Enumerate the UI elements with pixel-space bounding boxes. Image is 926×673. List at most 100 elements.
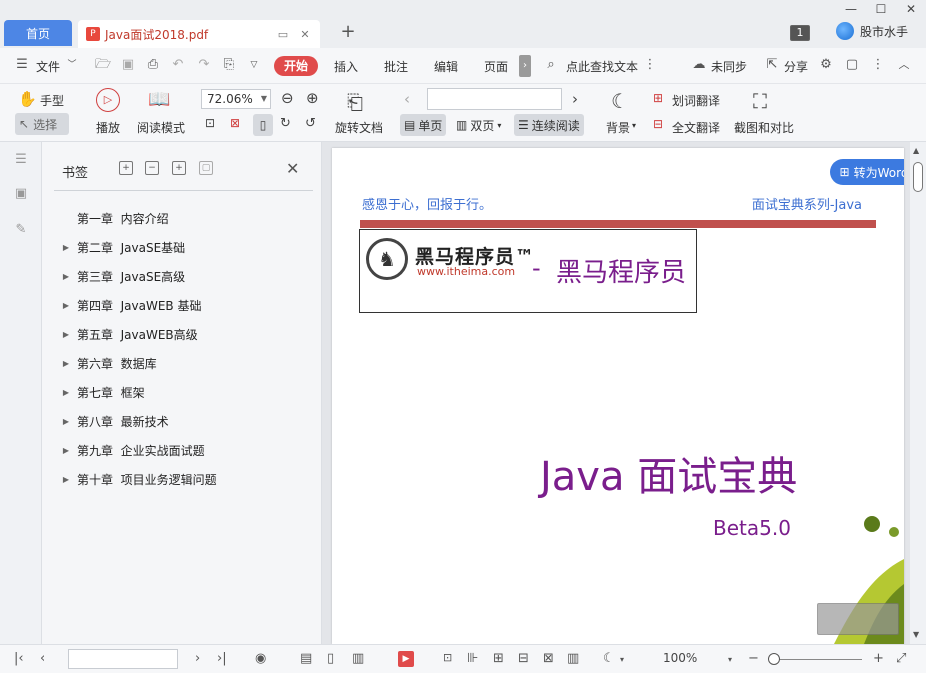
bookmark-item[interactable]: ▶ 第九章 企业实战面试题 bbox=[42, 436, 322, 465]
rotate-document-icon[interactable]: ⎗ bbox=[347, 90, 363, 114]
undo-icon[interactable]: ↶ bbox=[170, 57, 186, 73]
more-vertical-icon[interactable]: ⋮ bbox=[642, 57, 658, 73]
maximize-button[interactable]: ☐ bbox=[872, 2, 890, 16]
bookmark-item[interactable]: ▶ 第二章 JavaSE基础 bbox=[42, 233, 322, 262]
more-options-icon[interactable]: ⋮ bbox=[870, 57, 886, 73]
tab-pin-icon[interactable]: ▭ bbox=[276, 27, 290, 41]
zoom-out-icon[interactable]: − bbox=[748, 651, 759, 666]
page-number-input[interactable] bbox=[427, 88, 562, 110]
chevron-down-icon[interactable]: ﹀ bbox=[64, 57, 80, 73]
print-icon[interactable]: ⎙ bbox=[145, 57, 161, 73]
hand-tool-button[interactable]: 手型 bbox=[40, 92, 64, 109]
redo-icon[interactable]: ↷ bbox=[196, 57, 212, 73]
play-icon[interactable]: ▷ bbox=[96, 88, 120, 112]
expand-arrow-icon[interactable]: ▶ bbox=[42, 330, 77, 339]
expand-arrow-icon[interactable]: ▶ bbox=[42, 272, 77, 281]
expand-arrow-icon[interactable]: ▶ bbox=[42, 359, 77, 368]
fit-page-icon[interactable]: ⊞ bbox=[493, 651, 504, 666]
fit-width-icon[interactable]: ⊟ bbox=[518, 651, 529, 666]
bookmark-item[interactable]: ▶ 第十章 项目业务逻辑问题 bbox=[42, 465, 322, 494]
fit-height-icon[interactable]: ⊪ bbox=[467, 651, 478, 666]
export-icon[interactable]: ⎘ bbox=[221, 57, 237, 73]
tab-document[interactable]: P Java面试2018.pdf ▭ ✕ bbox=[78, 20, 320, 48]
menu-more-arrow[interactable]: › bbox=[519, 55, 531, 77]
share-icon[interactable]: ⇱ bbox=[764, 57, 780, 73]
expand-arrow-icon[interactable]: ▶ bbox=[42, 301, 77, 310]
single-page-button[interactable]: ▤ 单页 bbox=[400, 114, 447, 136]
page-view-icon[interactable]: ▯ bbox=[327, 651, 334, 666]
last-page-icon[interactable]: ›| bbox=[217, 651, 227, 666]
expand-arrow-icon[interactable]: ▶ bbox=[42, 446, 77, 455]
fullscreen-read-icon[interactable]: ⊠ bbox=[543, 651, 554, 666]
play-icon[interactable]: ▶ bbox=[398, 651, 414, 667]
menu-file[interactable]: 文件 bbox=[36, 58, 60, 75]
search-icon[interactable]: ⌕ bbox=[543, 57, 559, 73]
double-view-icon[interactable]: ▥ bbox=[352, 651, 364, 666]
hamburger-menu-icon[interactable]: ☰ bbox=[14, 57, 30, 73]
cloud-sync-icon[interactable]: ☁ bbox=[691, 57, 707, 73]
sync-status[interactable]: 未同步 bbox=[711, 58, 747, 75]
user-account[interactable]: 股市水手 bbox=[836, 22, 908, 40]
zoom-slider-knob[interactable] bbox=[768, 653, 780, 665]
previous-page-icon[interactable]: ‹ bbox=[40, 651, 45, 666]
floating-widget[interactable] bbox=[817, 603, 899, 635]
zoom-slider-track[interactable] bbox=[770, 659, 862, 660]
play-button[interactable]: 播放 bbox=[96, 119, 120, 136]
menu-page[interactable]: 页面 bbox=[484, 58, 508, 75]
close-panel-icon[interactable]: ✕ bbox=[286, 159, 299, 178]
new-tab-button[interactable]: + bbox=[338, 22, 358, 42]
background-button[interactable]: 背景 bbox=[606, 119, 630, 136]
screenshot-icon[interactable]: ⛶ bbox=[753, 89, 767, 113]
comment-icon[interactable]: ▢ bbox=[844, 57, 860, 73]
bookmark-item[interactable]: 第一章 内容介绍 bbox=[42, 204, 322, 233]
scrollbar-thumb[interactable] bbox=[913, 162, 923, 192]
first-page-icon[interactable]: |‹ bbox=[14, 651, 24, 666]
chevron-down-icon[interactable]: ▾ bbox=[620, 655, 624, 664]
word-translate-button[interactable]: 划词翻译 bbox=[672, 92, 720, 109]
settings-icon[interactable]: ⚙ bbox=[818, 57, 834, 73]
double-page-button[interactable]: ▥ 双页 ▾ bbox=[452, 114, 505, 136]
previous-page-icon[interactable]: ‹ bbox=[404, 90, 410, 108]
book-icon[interactable]: 📖 bbox=[148, 89, 170, 110]
actual-size-icon[interactable]: ⊡ bbox=[205, 116, 215, 130]
tab-home[interactable]: 首页 bbox=[4, 20, 72, 46]
bookmark-item[interactable]: ▶ 第八章 最新技术 bbox=[42, 407, 322, 436]
expand-arrow-icon[interactable]: ▶ bbox=[42, 417, 77, 426]
annotation-icon[interactable]: ✎ bbox=[13, 222, 29, 238]
bookmark-list-icon[interactable]: ☰ bbox=[13, 152, 29, 168]
convert-to-word-button[interactable]: ⊞ 转为Word bbox=[830, 159, 904, 185]
rotate-right-icon[interactable]: ↻ bbox=[280, 116, 291, 131]
bookmark-item[interactable]: ▶ 第五章 JavaWEB高级 bbox=[42, 320, 322, 349]
bookmark-item[interactable]: ▶ 第七章 框架 bbox=[42, 378, 322, 407]
thumbnail-icon[interactable]: ▣ bbox=[13, 186, 29, 202]
screenshot-compare-button[interactable]: 截图和对比 bbox=[734, 119, 794, 136]
page-jump-input[interactable] bbox=[68, 649, 178, 669]
menu-insert[interactable]: 插入 bbox=[334, 58, 358, 75]
fullscreen-icon[interactable]: ⤢ bbox=[896, 651, 906, 666]
continuous-read-button[interactable]: ☰ 连续阅读 bbox=[514, 114, 584, 136]
more-dropdown-icon[interactable]: ▽ bbox=[246, 57, 262, 73]
select-tool-button[interactable]: ↖ 选择 bbox=[15, 113, 69, 135]
delete-bookmark-icon[interactable]: ▢ bbox=[199, 161, 213, 175]
scroll-up-icon[interactable]: ▲ bbox=[913, 146, 919, 155]
fit-page-icon[interactable]: ⊠ bbox=[230, 116, 240, 130]
rotate-document-button[interactable]: 旋转文档 bbox=[335, 119, 383, 136]
next-page-icon[interactable]: › bbox=[572, 90, 578, 108]
bookmark-item[interactable]: ▶ 第四章 JavaWEB 基础 bbox=[42, 291, 322, 320]
menu-edit[interactable]: 编辑 bbox=[434, 58, 458, 75]
expand-arrow-icon[interactable]: ▶ bbox=[42, 475, 77, 484]
fit-width-icon[interactable]: ▯ bbox=[253, 114, 273, 136]
scroll-down-icon[interactable]: ▼ bbox=[913, 630, 919, 639]
search-text-button[interactable]: 点此查找文本 bbox=[566, 58, 638, 75]
expand-all-icon[interactable]: + bbox=[119, 161, 133, 175]
vertical-scrollbar[interactable]: ▲ ▼ bbox=[910, 142, 926, 644]
bookmark-item[interactable]: ▶ 第三章 JavaSE高级 bbox=[42, 262, 322, 291]
add-bookmark-icon[interactable]: + bbox=[172, 161, 186, 175]
zoom-level[interactable]: 100% bbox=[663, 651, 697, 665]
expand-arrow-icon[interactable]: ▶ bbox=[42, 388, 77, 397]
zoom-select[interactable]: 72.06% ▼ bbox=[201, 89, 271, 109]
share-button[interactable]: 分享 bbox=[784, 58, 808, 75]
zoom-in-icon[interactable]: ⊕ bbox=[306, 89, 319, 107]
tab-close-icon[interactable]: ✕ bbox=[298, 27, 312, 41]
chevron-down-icon[interactable]: ▾ bbox=[632, 121, 636, 130]
